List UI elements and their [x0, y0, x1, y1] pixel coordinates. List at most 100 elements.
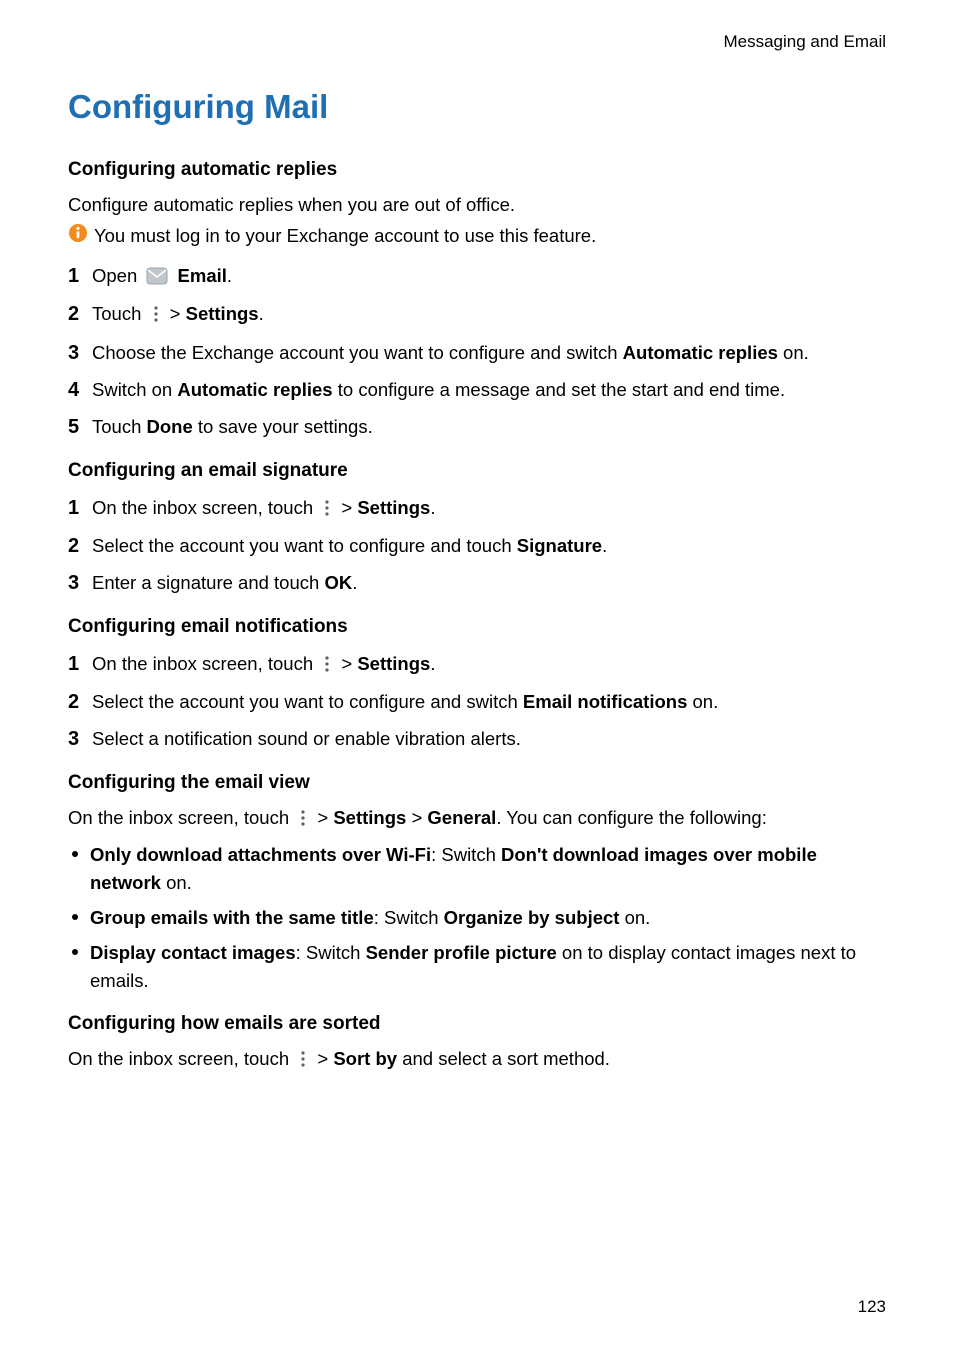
step-number: 2: [68, 299, 92, 330]
step-body: Touch > Settings.: [92, 300, 886, 332]
step-text: Open: [92, 265, 142, 286]
step-item: 2 Select the account you want to configu…: [68, 687, 886, 718]
step-number: 5: [68, 412, 92, 443]
intro-text: and select a sort method.: [397, 1048, 610, 1069]
step-bold: OK: [324, 572, 352, 593]
list-item: Display contact images: Switch Sender pr…: [68, 939, 886, 996]
step-body: Touch Done to save your settings.: [92, 413, 886, 442]
step-text: Select the account you want to configure…: [92, 535, 517, 556]
step-text: Touch: [92, 303, 147, 324]
step-text: >: [170, 303, 186, 324]
step-body: Select the account you want to configure…: [92, 688, 886, 717]
step-item: 1 Open Email.: [68, 261, 886, 294]
intro-text: >: [317, 1048, 333, 1069]
step-bold: Email: [178, 265, 227, 286]
step-text: .: [352, 572, 357, 593]
step-text: .: [227, 265, 232, 286]
step-bold: Settings: [357, 497, 430, 518]
step-text: .: [259, 303, 264, 324]
step-bold: Automatic replies: [623, 342, 778, 363]
bullet-bold: Only download attachments over Wi-Fi: [90, 844, 431, 865]
step-text: Touch: [92, 416, 147, 437]
step-text: Choose the Exchange account you want to …: [92, 342, 623, 363]
step-text: On the inbox screen, touch: [92, 653, 318, 674]
intro-text: >: [317, 807, 333, 828]
intro-bold: Settings: [333, 807, 406, 828]
section-heading-signature: Configuring an email signature: [68, 457, 886, 485]
steps-notifications: 1 On the inbox screen, touch > Settings.…: [68, 649, 886, 756]
step-bold: Done: [147, 416, 193, 437]
step-item: 5 Touch Done to save your settings.: [68, 412, 886, 443]
info-note-text: You must log in to your Exchange account…: [94, 223, 596, 250]
step-number: 3: [68, 338, 92, 369]
step-text: >: [341, 497, 357, 518]
step-number: 1: [68, 493, 92, 524]
page-title: Configuring Mail: [68, 83, 886, 131]
step-bold: Settings: [186, 303, 259, 324]
step-item: 2 Touch > Settings.: [68, 299, 886, 332]
step-text: on.: [778, 342, 809, 363]
step-number: 2: [68, 687, 92, 718]
page-number: 123: [858, 1295, 886, 1320]
step-number: 1: [68, 649, 92, 680]
step-text: .: [430, 653, 435, 674]
more-menu-icon: [322, 653, 332, 682]
info-note-row: You must log in to your Exchange account…: [68, 223, 886, 251]
step-bold: Automatic replies: [177, 379, 332, 400]
bullet-bold: Sender profile picture: [366, 942, 557, 963]
list-item: Only download attachments over Wi-Fi: Sw…: [68, 841, 886, 898]
step-text: >: [341, 653, 357, 674]
bullet-bold: Organize by subject: [444, 907, 620, 928]
step-text: on.: [687, 691, 718, 712]
sort-intro: On the inbox screen, touch > Sort by and…: [68, 1046, 886, 1076]
step-text: On the inbox screen, touch: [92, 497, 318, 518]
steps-auto-replies: 1 Open Email. 2 Touch > Settings. 3: [68, 261, 886, 443]
bullet-text: : Switch: [296, 942, 366, 963]
section-heading-email-view: Configuring the email view: [68, 769, 886, 797]
step-body: Open Email.: [92, 262, 886, 294]
step-text: .: [430, 497, 435, 518]
step-text: Enter a signature and touch: [92, 572, 324, 593]
intro-text: . You can configure the following:: [496, 807, 767, 828]
step-body: Select the account you want to configure…: [92, 532, 886, 561]
step-body: Select a notification sound or enable vi…: [92, 725, 886, 754]
step-item: 3 Enter a signature and touch OK.: [68, 568, 886, 599]
email-view-intro: On the inbox screen, touch > Settings > …: [68, 805, 886, 835]
auto-replies-intro: Configure automatic replies when you are…: [68, 192, 886, 219]
step-body: Enter a signature and touch OK.: [92, 569, 886, 598]
step-bold: Settings: [357, 653, 430, 674]
section-heading-notifications: Configuring email notifications: [68, 613, 886, 641]
bullet-text: on.: [161, 872, 192, 893]
intro-bold: General: [427, 807, 496, 828]
bullet-text: : Switch: [374, 907, 444, 928]
step-bold: Email notifications: [523, 691, 687, 712]
step-text: .: [602, 535, 607, 556]
step-number: 1: [68, 261, 92, 292]
step-body: On the inbox screen, touch > Settings.: [92, 650, 886, 682]
more-menu-icon: [151, 303, 161, 332]
intro-bold: Sort by: [333, 1048, 397, 1069]
step-item: 1 On the inbox screen, touch > Settings.: [68, 649, 886, 682]
step-item: 3 Select a notification sound or enable …: [68, 724, 886, 755]
email-view-bullets: Only download attachments over Wi-Fi: Sw…: [68, 841, 886, 996]
step-text: Switch on: [92, 379, 177, 400]
step-number: 3: [68, 568, 92, 599]
step-bold: Signature: [517, 535, 602, 556]
step-text: to configure a message and set the start…: [333, 379, 786, 400]
bullet-text: on.: [619, 907, 650, 928]
step-text: Select a notification sound or enable vi…: [92, 728, 521, 749]
header-section-label: Messaging and Email: [68, 30, 886, 55]
info-icon: [68, 223, 88, 251]
bullet-text: : Switch: [431, 844, 501, 865]
step-number: 3: [68, 724, 92, 755]
list-item: Group emails with the same title: Switch…: [68, 904, 886, 933]
step-body: On the inbox screen, touch > Settings.: [92, 494, 886, 526]
intro-text: On the inbox screen, touch: [68, 807, 294, 828]
steps-signature: 1 On the inbox screen, touch > Settings.…: [68, 493, 886, 600]
step-number: 4: [68, 375, 92, 406]
intro-text: On the inbox screen, touch: [68, 1048, 294, 1069]
more-menu-icon: [298, 1049, 308, 1076]
step-body: Choose the Exchange account you want to …: [92, 339, 886, 368]
step-text: Select the account you want to configure…: [92, 691, 523, 712]
intro-text: >: [406, 807, 427, 828]
